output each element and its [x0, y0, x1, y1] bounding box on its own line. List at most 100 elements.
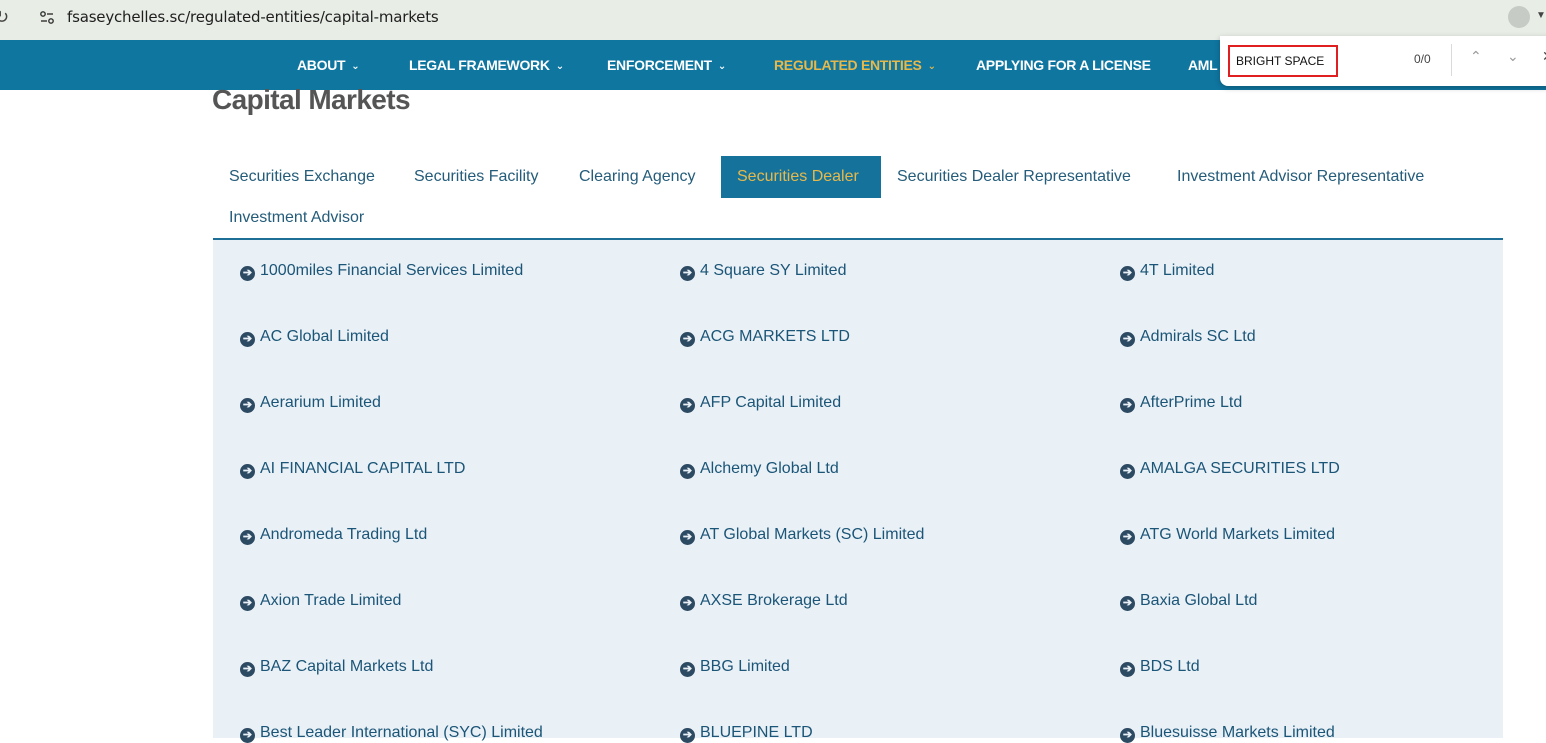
- arrow-circle-right-icon: ➔: [680, 530, 695, 545]
- browser-toolbar: ↻ fsaseychelles.sc/regulated-entities/ca…: [0, 0, 1546, 40]
- reload-icon[interactable]: ↻: [0, 7, 14, 27]
- tab-investment-advisor-representative[interactable]: Investment Advisor Representative: [1161, 156, 1440, 198]
- tab-securities-dealer-representative[interactable]: Securities Dealer Representative: [881, 156, 1147, 198]
- entity-link[interactable]: ➔ BBG Limited: [680, 658, 790, 677]
- entity-link[interactable]: ➔ BAZ Capital Markets Ltd: [240, 658, 433, 677]
- entity-name: 1000miles Financial Services Limited: [260, 262, 524, 279]
- entity-name: ACG MARKETS LTD: [700, 328, 850, 345]
- entity-link[interactable]: ➔ BDS Ltd: [1120, 658, 1200, 677]
- entity-link[interactable]: ➔ 1000miles Financial Services Limited: [240, 262, 523, 281]
- entity-name: AfterPrime Ltd: [1140, 394, 1243, 411]
- find-input[interactable]: BRIGHT SPACE: [1228, 45, 1338, 77]
- site-info-icon[interactable]: [38, 9, 56, 27]
- entity-link[interactable]: ➔ Aerarium Limited: [240, 394, 381, 413]
- tab-securities-facility[interactable]: Securities Facility: [398, 156, 554, 198]
- nav-item-applying-for-a-license[interactable]: APPLYING FOR A LICENSE: [976, 40, 1151, 90]
- chevron-up-icon[interactable]: ⌃: [1470, 48, 1482, 65]
- arrow-circle-right-icon: ➔: [240, 728, 255, 743]
- entity-name: Bluesuisse Markets Limited: [1140, 724, 1335, 741]
- arrow-circle-right-icon: ➔: [240, 332, 255, 347]
- entity-name: Baxia Global Ltd: [1140, 592, 1258, 609]
- entity-link[interactable]: ➔ AXSE Brokerage Ltd: [680, 592, 848, 611]
- arrow-circle-right-icon: ➔: [1120, 332, 1135, 347]
- find-divider: [1451, 44, 1452, 76]
- arrow-circle-right-icon: ➔: [240, 398, 255, 413]
- nav-item-label: ABOUT: [297, 57, 346, 73]
- nav-item-aml[interactable]: AML: [1188, 40, 1218, 90]
- entity-link[interactable]: ➔ Admirals SC Ltd: [1120, 328, 1256, 347]
- entity-link[interactable]: ➔ ATG World Markets Limited: [1120, 526, 1335, 545]
- extension-icon[interactable]: [1508, 6, 1530, 28]
- arrow-circle-right-icon: ➔: [1120, 464, 1135, 479]
- close-icon[interactable]: ✕: [1542, 48, 1546, 65]
- entity-name: ATG World Markets Limited: [1140, 526, 1336, 543]
- arrow-circle-right-icon: ➔: [680, 398, 695, 413]
- entity-link[interactable]: ➔ Andromeda Trading Ltd: [240, 526, 427, 545]
- entity-link[interactable]: ➔ AFP Capital Limited: [680, 394, 841, 413]
- tab-clearing-agency[interactable]: Clearing Agency: [563, 156, 712, 198]
- entity-name: Andromeda Trading Ltd: [260, 526, 428, 543]
- entity-name: AI FINANCIAL CAPITAL LTD: [260, 460, 466, 477]
- entity-name: Alchemy Global Ltd: [700, 460, 839, 477]
- nav-item-label: APPLYING FOR A LICENSE: [976, 57, 1151, 73]
- nav-item-legal-framework[interactable]: LEGAL FRAMEWORK ⌄: [409, 40, 564, 90]
- chevron-down-icon: ⌄: [927, 61, 936, 72]
- entity-name: BAZ Capital Markets Ltd: [260, 658, 434, 675]
- arrow-circle-right-icon: ➔: [240, 596, 255, 611]
- arrow-circle-right-icon: ➔: [1120, 596, 1135, 611]
- entity-name: BBG Limited: [700, 658, 790, 675]
- entity-link[interactable]: ➔ AfterPrime Ltd: [1120, 394, 1242, 413]
- arrow-circle-right-icon: ➔: [240, 464, 255, 479]
- arrow-circle-right-icon: ➔: [680, 266, 695, 281]
- arrow-circle-right-icon: ➔: [680, 662, 695, 677]
- arrow-circle-right-icon: ➔: [1120, 398, 1135, 413]
- nav-item-label: REGULATED ENTITIES: [774, 57, 922, 73]
- arrow-circle-right-icon: ➔: [1120, 530, 1135, 545]
- entity-name: Axion Trade Limited: [260, 592, 402, 609]
- entity-link[interactable]: ➔ AC Global Limited: [240, 328, 389, 347]
- arrow-circle-right-icon: ➔: [240, 662, 255, 677]
- entity-link[interactable]: ➔ BLUEPINE LTD: [680, 724, 813, 743]
- entity-link[interactable]: ➔ Baxia Global Ltd: [1120, 592, 1257, 611]
- entity-link[interactable]: ➔ AMALGA SECURITIES LTD: [1120, 460, 1340, 479]
- entity-name: AC Global Limited: [260, 328, 389, 345]
- entity-name: AT Global Markets (SC) Limited: [700, 526, 925, 543]
- tab-securities-exchange[interactable]: Securities Exchange: [213, 156, 391, 198]
- tab-investment-advisor[interactable]: Investment Advisor: [213, 197, 380, 239]
- entity-name: Admirals SC Ltd: [1140, 328, 1256, 345]
- arrow-circle-right-icon: ➔: [1120, 266, 1135, 281]
- chevron-down-icon: ⌄: [555, 61, 564, 72]
- arrow-circle-right-icon: ➔: [1120, 662, 1135, 677]
- entity-link[interactable]: ➔ Best Leader International (SYC) Limited: [240, 724, 543, 743]
- entity-name: 4 Square SY Limited: [700, 262, 847, 279]
- tab-securities-dealer[interactable]: Securities Dealer: [721, 156, 881, 198]
- entity-name: AFP Capital Limited: [700, 394, 842, 411]
- nav-item-about[interactable]: ABOUT ⌄: [297, 40, 360, 90]
- entity-link[interactable]: ➔ ACG MARKETS LTD: [680, 328, 850, 347]
- arrow-circle-right-icon: ➔: [680, 332, 695, 347]
- arrow-circle-right-icon: ➔: [680, 464, 695, 479]
- find-bar: BRIGHT SPACE 0/0 ⌃ ⌄ ✕: [1220, 36, 1546, 86]
- nav-item-label: ENFORCEMENT: [607, 57, 712, 73]
- entity-link[interactable]: ➔ 4 Square SY Limited: [680, 262, 846, 281]
- chevron-down-icon[interactable]: ⌄: [1507, 48, 1519, 65]
- chevron-down-icon[interactable]: ▼: [1536, 10, 1546, 21]
- entity-name: BLUEPINE LTD: [700, 724, 813, 741]
- arrow-circle-right-icon: ➔: [680, 728, 695, 743]
- arrow-circle-right-icon: ➔: [240, 530, 255, 545]
- url-text[interactable]: fsaseychelles.sc/regulated-entities/capi…: [67, 8, 439, 26]
- entity-link[interactable]: ➔ AI FINANCIAL CAPITAL LTD: [240, 460, 465, 479]
- arrow-circle-right-icon: ➔: [680, 596, 695, 611]
- arrow-circle-right-icon: ➔: [1120, 728, 1135, 743]
- entity-link[interactable]: ➔ AT Global Markets (SC) Limited: [680, 526, 924, 545]
- entity-name: Aerarium Limited: [260, 394, 381, 411]
- nav-item-label: AML: [1188, 57, 1218, 73]
- entity-link[interactable]: ➔ Axion Trade Limited: [240, 592, 401, 611]
- nav-item-enforcement[interactable]: ENFORCEMENT ⌄: [607, 40, 726, 90]
- entity-link[interactable]: ➔ Alchemy Global Ltd: [680, 460, 839, 479]
- entity-name: AXSE Brokerage Ltd: [700, 592, 848, 609]
- address-bar[interactable]: fsaseychelles.sc/regulated-entities/capi…: [30, 4, 1500, 32]
- nav-item-regulated-entities[interactable]: REGULATED ENTITIES ⌄: [774, 40, 936, 90]
- entity-link[interactable]: ➔ Bluesuisse Markets Limited: [1120, 724, 1335, 743]
- entity-link[interactable]: ➔ 4T Limited: [1120, 262, 1214, 281]
